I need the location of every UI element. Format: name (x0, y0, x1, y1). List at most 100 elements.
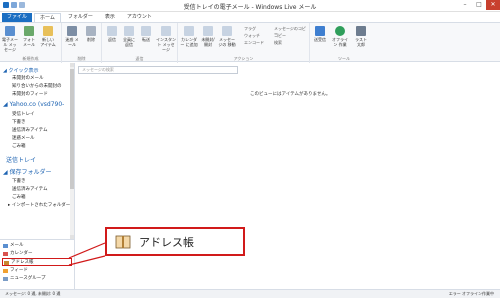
forward-button[interactable]: 転送 (138, 26, 154, 42)
junk-button[interactable]: 迷惑 メール (64, 26, 80, 47)
folder-item[interactable]: 受信トレイ (12, 111, 35, 117)
nav-feeds[interactable]: フィード (2, 267, 72, 275)
tab-home[interactable]: ホーム (34, 13, 61, 22)
window-title: 受信トレイの電子メール - Windows Live メール (183, 4, 317, 11)
tab-account[interactable]: アカウント (122, 13, 157, 22)
tab-folder[interactable]: フォルダー (63, 13, 98, 22)
ribbon-group-label: 削除 (77, 56, 86, 61)
send-receive-icon (315, 26, 325, 36)
globe-icon (335, 26, 345, 36)
envelope-icon (203, 26, 213, 36)
scroll-up-arrow[interactable] (70, 63, 74, 67)
empty-view-message: このビューにはアイテムがありません。 (250, 92, 331, 97)
minimize-button[interactable]: – (458, 0, 472, 10)
ribbon-group-label: ツール (338, 56, 350, 61)
instant-message-button[interactable]: インスタント メッセージ (156, 26, 176, 52)
title-bar: 受信トレイの電子メール - Windows Live メール – □ ✕ (0, 0, 500, 12)
ribbon-group-new: 電子メール メッセージ フォト メール 新しい アイテム 新規作成 (0, 23, 62, 63)
folder-item[interactable]: 送信済みアイテム (12, 127, 48, 133)
quick-views-header[interactable]: ◢ クイック表示 (3, 67, 38, 74)
folder-item[interactable]: ▸ インポートされたフォルダー (8, 202, 70, 208)
folder-item[interactable]: 未開封のフィード (12, 91, 48, 97)
folder-item[interactable]: ごみ箱 (12, 143, 26, 149)
work-offline-button[interactable]: オフライン 作業 (331, 26, 349, 47)
reply-button[interactable]: 返信 (104, 26, 120, 42)
email-icon (5, 26, 15, 36)
ribbon-group-actions: カレンダー に追加 未開封/ 開封 メッセージの 移動 フラグ ウォッチ エンコ… (178, 23, 310, 63)
address-book-icon (4, 261, 9, 265)
ribbon-tabs: ファイル ホーム フォルダー 表示 アカウント (0, 12, 500, 22)
status-connection: エラー オフライン作業中 (448, 291, 494, 296)
callout-label: アドレス帳 (139, 236, 194, 249)
find-button[interactable]: 検索 (274, 40, 282, 45)
tab-view[interactable]: 表示 (100, 13, 120, 22)
folder-item[interactable]: 送信済みアイテム (12, 186, 48, 192)
folder-move-icon (222, 26, 232, 36)
module-switcher: メール カレンダー アドレス帳 フィード ニュースグループ (0, 239, 75, 289)
nav-calendar[interactable]: カレンダー (2, 250, 72, 258)
folder-item[interactable]: 未開封のメール (12, 75, 44, 81)
folder-pane-scrollbar[interactable] (70, 63, 74, 239)
account-header[interactable]: ◢ Yahoo.co (vsd790- (3, 101, 64, 108)
window-controls: – □ ✕ (458, 0, 500, 10)
scrollbar-thumb[interactable] (70, 69, 74, 189)
storage-folders-header[interactable]: ◢ 保存フォルダー (3, 167, 52, 176)
delete-icon (86, 26, 96, 36)
photo-email-button[interactable]: フォト メール (21, 26, 37, 47)
reply-all-icon (124, 26, 134, 36)
account-button[interactable]: ラスト 太郎 (353, 26, 369, 47)
ribbon-group-delete: 迷惑 メール 削除 削除 (62, 23, 102, 63)
watch-button[interactable]: ウォッチ (244, 33, 260, 38)
search-input[interactable]: メッセージの検索 (78, 66, 238, 74)
status-message-count: メッセージ: 0 通, 未開封: 0 通 (5, 291, 61, 296)
ribbon: 電子メール メッセージ フォト メール 新しい アイテム 新規作成 迷惑 メール… (0, 22, 500, 63)
chat-icon (161, 26, 171, 36)
undo-icon[interactable] (19, 2, 25, 8)
mail-icon (3, 244, 8, 248)
app-icon (3, 2, 9, 8)
new-email-button[interactable]: 電子メール メッセージ (2, 26, 18, 52)
move-message-button[interactable]: メッセージの 移動 (218, 26, 236, 47)
tab-file[interactable]: ファイル (2, 13, 33, 22)
nav-mail[interactable]: メール (2, 242, 72, 250)
save-icon[interactable] (11, 2, 17, 8)
folder-pane: ◢ クイック表示 未開封のメール 知り合いからの未開封の 未開封のフィード ◢ … (0, 63, 75, 289)
quick-access-toolbar (3, 2, 25, 8)
ribbon-group-reply: 返信 全員に 返信 転送 インスタント メッセージ 返信 (102, 23, 178, 63)
maximize-button[interactable]: □ (472, 0, 486, 10)
newsgroup-icon (3, 277, 8, 281)
feed-icon (3, 269, 8, 273)
reply-icon (107, 26, 117, 36)
calendar-icon (184, 26, 194, 36)
ribbon-group-label: アクション (233, 56, 254, 61)
encoding-button[interactable]: エンコード (244, 40, 264, 45)
junk-icon (67, 26, 77, 36)
address-book-icon (115, 235, 131, 249)
nav-newsgroups[interactable]: ニュースグループ (2, 275, 72, 283)
add-to-calendar-button[interactable]: カレンダー に追加 (180, 26, 198, 47)
folder-item[interactable]: 下書き (12, 119, 26, 125)
folder-item[interactable]: 下書き (12, 178, 26, 184)
folder-item[interactable]: 知り合いからの未開封の (12, 83, 62, 89)
nav-address-book[interactable]: アドレス帳 (2, 258, 72, 266)
outbox-folder[interactable]: 送信トレイ (6, 155, 36, 164)
status-bar: メッセージ: 0 通, 未開封: 0 通 エラー オフライン作業中 (0, 289, 500, 298)
folder-item[interactable]: 迷惑メール (12, 135, 35, 141)
photo-icon (24, 26, 34, 36)
reply-all-button[interactable]: 全員に 返信 (121, 26, 137, 47)
flag-button[interactable]: フラグ (244, 26, 256, 31)
ribbon-group-label: 新規作成 (22, 56, 39, 61)
folder-item[interactable]: ごみ箱 (12, 194, 26, 200)
copy-button[interactable]: コピー (274, 33, 286, 38)
delete-button[interactable]: 削除 (83, 26, 99, 42)
read-unread-button[interactable]: 未開封/ 開封 (200, 26, 216, 47)
user-icon (356, 26, 366, 36)
send-receive-button[interactable]: 送受信 (312, 26, 328, 42)
ribbon-group-label: 返信 (135, 56, 144, 61)
forward-icon (141, 26, 151, 36)
calendar-icon (3, 252, 8, 256)
new-items-button[interactable]: 新しい アイテム (40, 26, 56, 47)
close-button[interactable]: ✕ (486, 0, 500, 10)
ribbon-group-tools: 送受信 オフライン 作業 ラスト 太郎 ツール (310, 23, 378, 63)
address-book-callout: アドレス帳 (105, 227, 245, 256)
